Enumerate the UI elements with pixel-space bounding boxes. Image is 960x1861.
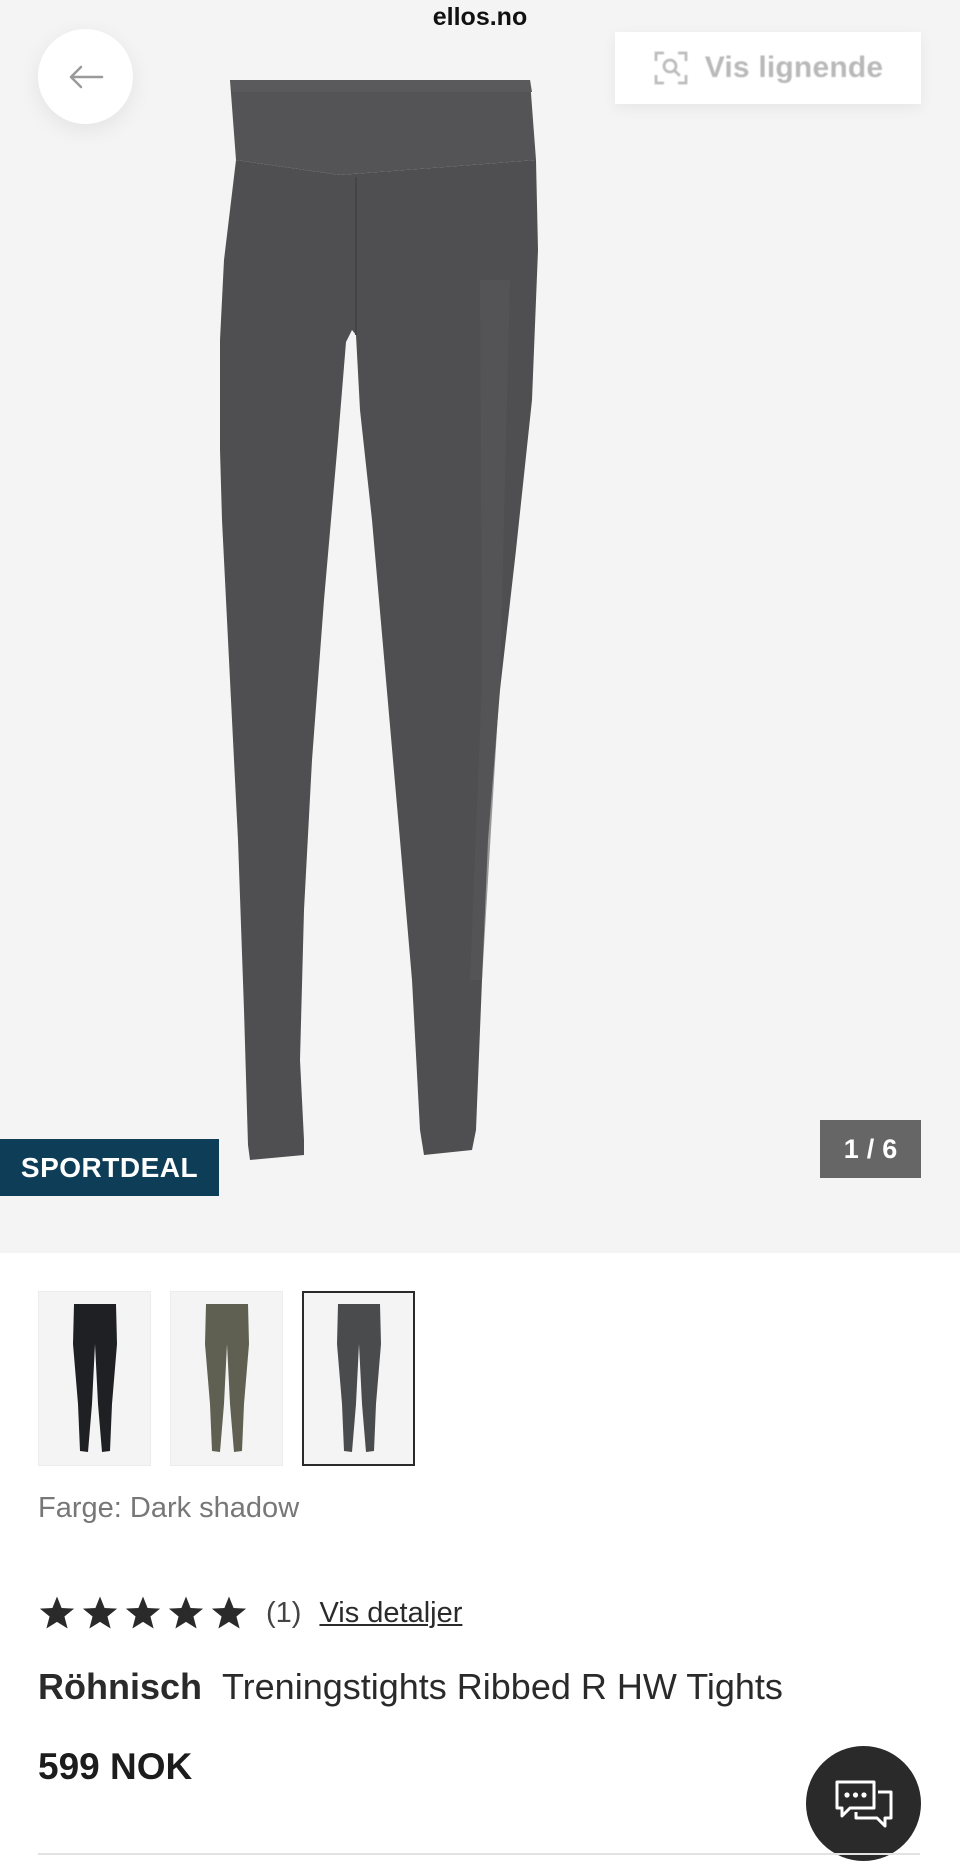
chat-button[interactable]	[806, 1746, 921, 1861]
product-brand[interactable]: Röhnisch	[38, 1666, 202, 1707]
similar-items-button[interactable]: Vis lignende	[615, 32, 921, 104]
arrow-left-icon	[69, 65, 103, 88]
variant-thumb-image	[72, 1303, 117, 1452]
color-label: Farge:	[38, 1492, 122, 1524]
star-icon	[168, 1596, 204, 1629]
color-variant-thumbnails	[38, 1291, 415, 1466]
product-image-gallery[interactable]	[0, 0, 960, 1253]
star-icon	[211, 1596, 247, 1629]
variant-thumb-olive[interactable]	[170, 1291, 283, 1466]
visual-search-icon	[654, 51, 688, 85]
star-icon	[82, 1596, 118, 1629]
star-icon	[125, 1596, 161, 1629]
rating-count: (1)	[266, 1596, 302, 1629]
image-counter: 1 / 6	[820, 1120, 921, 1178]
color-value: Dark shadow	[129, 1492, 300, 1524]
variant-thumb-dark-shadow[interactable]	[302, 1291, 415, 1466]
sportdeal-badge: SPORTDEAL	[0, 1139, 219, 1196]
variant-thumb-black[interactable]	[38, 1291, 151, 1466]
back-button[interactable]	[38, 29, 133, 124]
variant-thumb-image	[336, 1303, 381, 1452]
image-counter-separator: /	[866, 1133, 875, 1164]
product-name: Treningstights Ribbed R HW Tights	[222, 1666, 783, 1707]
image-counter-total: 6	[882, 1133, 898, 1164]
star-icon	[39, 1596, 75, 1629]
rating-details-link[interactable]: Vis detaljer	[319, 1597, 462, 1630]
browser-url[interactable]: ellos.no	[0, 0, 960, 34]
divider	[38, 1853, 920, 1855]
selected-color: Farge: Dark shadow	[38, 1492, 299, 1525]
product-image	[220, 80, 538, 1160]
variant-thumb-image	[204, 1303, 249, 1452]
chat-bubbles-icon	[835, 1780, 892, 1827]
product-title: Röhnisch Treningstights Ribbed R HW Tight…	[38, 1666, 783, 1708]
rating-stars	[38, 1595, 248, 1632]
rating-row: (1) Vis detaljer	[38, 1591, 462, 1635]
similar-items-label: Vis lignende	[704, 51, 884, 84]
image-counter-current: 1	[843, 1133, 859, 1164]
product-price: 599 NOK	[38, 1746, 193, 1787]
